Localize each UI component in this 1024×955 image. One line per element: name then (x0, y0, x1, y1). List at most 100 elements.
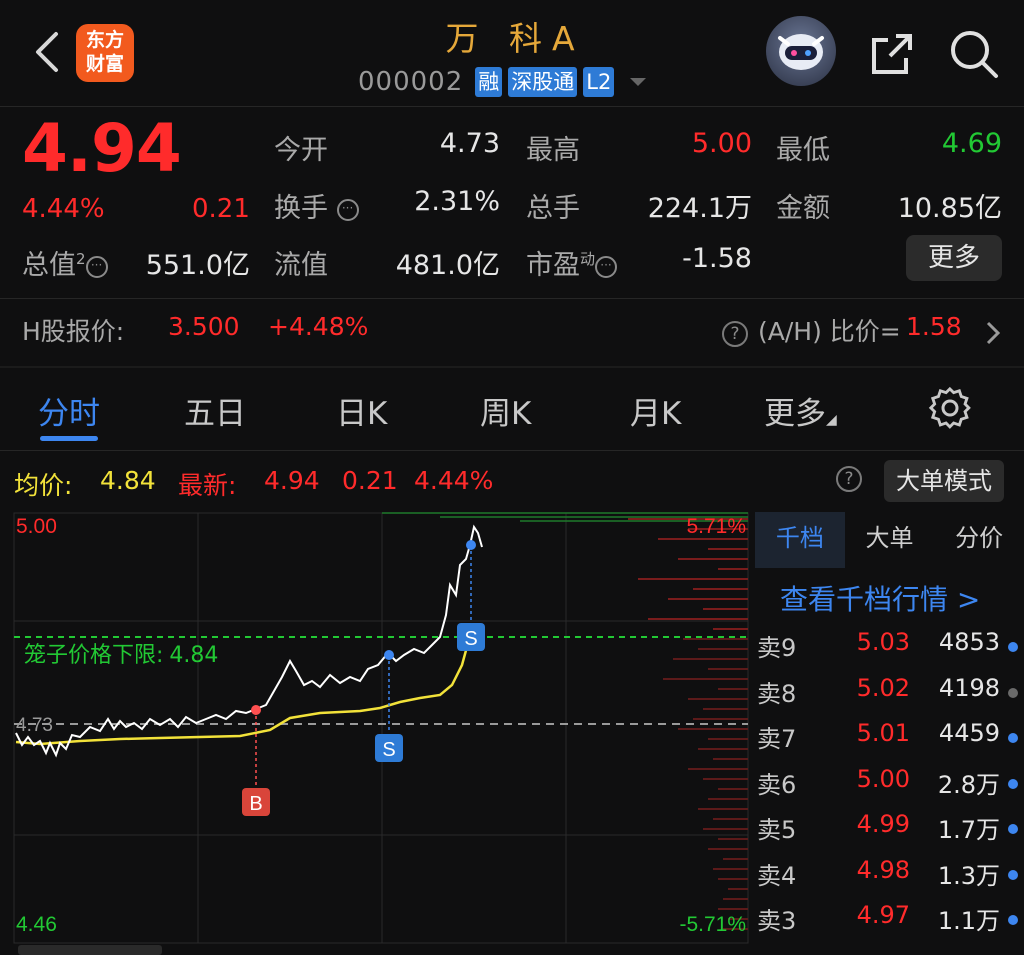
ask-volume: 4459 (938, 719, 1000, 747)
ask-price: 4.99 (856, 810, 910, 838)
order-book-row[interactable]: 卖6 5.00 2.8万 (755, 765, 1024, 810)
ask-price: 5.03 (856, 628, 910, 656)
help-icon[interactable]: ? (722, 316, 748, 347)
cage-limit-label: 笼子价格下限: (24, 643, 163, 668)
scroll-handle (18, 945, 162, 955)
volume-value: 224.1万 (647, 193, 752, 224)
price-line (15, 524, 483, 758)
latest-value: 4.94 (264, 466, 320, 495)
order-book-row[interactable]: 卖9 5.03 4853 (755, 628, 1024, 673)
order-indicator-dot (1008, 869, 1018, 880)
tab-daily-k[interactable]: 日K (336, 388, 387, 433)
low-label: 最低 (776, 135, 830, 166)
open-label: 今开 (274, 135, 328, 166)
ask-volume: 1.1万 (937, 907, 1000, 935)
turnover-value: 2.31% (414, 186, 500, 217)
ah-ratio-value: 1.58 (906, 312, 962, 341)
more-fields-button[interactable]: 更多 (906, 235, 1002, 281)
ask-volume: 1.3万 (937, 861, 1000, 890)
ask-price: 5.01 (856, 719, 910, 747)
avg-label: 均价: (14, 471, 73, 500)
ask-volume: 4853 (938, 628, 1000, 656)
amount-value: 10.85亿 (897, 193, 1002, 224)
order-book-row[interactable]: 卖8 5.02 4198 (755, 674, 1024, 719)
back-arrow-icon[interactable] (30, 28, 66, 76)
mktcap-label: 总值2 ··· (22, 243, 108, 282)
amount-label: 金额 (776, 193, 830, 224)
quote-divider (0, 298, 1024, 299)
h-share-label: H股报价: (22, 317, 125, 346)
cage-limit-value: 4.84 (169, 643, 218, 668)
svg-text:笼子价格下限:4.84: 笼子价格下限: 4.84 (24, 643, 218, 668)
level2-tag: L2 (583, 67, 615, 97)
chart-help-icon[interactable]: ? (836, 466, 862, 492)
stock-code-row[interactable]: 000002 融 深股通 L2 (358, 66, 647, 98)
search-icon[interactable] (946, 26, 1002, 82)
tab-weekly-k[interactable]: 周K (480, 388, 531, 433)
float-value: 481.0亿 (395, 250, 500, 281)
y-axis-bottom-label: 4.46 (16, 913, 57, 936)
chevron-right-icon[interactable] (984, 320, 1002, 346)
order-book-row[interactable]: 卖5 4.99 1.7万 (755, 810, 1024, 855)
tab-more[interactable]: 更多◢ (764, 388, 837, 433)
assistant-robot-avatar[interactable] (766, 16, 836, 86)
info-dots-icon[interactable]: ··· (595, 255, 618, 278)
ask-level-label: 卖3 (757, 907, 797, 935)
order-indicator-dot (1008, 915, 1018, 925)
sell-point-marker (466, 540, 476, 550)
ask-level-label: 卖4 (757, 861, 797, 890)
turnover-label: 换手 ··· (274, 186, 359, 225)
tab-price-distribution[interactable]: 分价 (934, 512, 1024, 568)
latest-label: 最新: (178, 471, 237, 500)
gear-icon[interactable] (928, 386, 972, 430)
order-indicator-dot (1008, 824, 1018, 834)
y-axis-top-label: 5.00 (16, 515, 57, 538)
ask-volume: 2.8万 (937, 770, 1000, 799)
sell-marker-text: S (382, 739, 395, 761)
ask-level-label: 卖8 (757, 679, 797, 708)
header-divider (0, 106, 1024, 107)
big-order-mode-button[interactable]: 大单模式 (884, 460, 1004, 502)
intraday-chart[interactable]: B S S 5.00 4.73 4.46 5.71% -5.71% 笼子价格下限… (0, 505, 752, 955)
tab-intraday[interactable]: 分时 (38, 388, 100, 433)
view-thousand-levels-link[interactable]: 查看千档行情 > (780, 578, 980, 618)
share-icon[interactable] (866, 28, 918, 80)
h-share-price: 3.500 (168, 312, 240, 341)
order-book-row[interactable]: 卖7 5.01 4459 (755, 719, 1024, 764)
latest-change: 0.21 (342, 466, 398, 495)
buy-point-marker (251, 705, 261, 715)
sell-marker-text: S (464, 628, 477, 650)
tab-active-indicator (40, 436, 98, 441)
tab-thousand-levels[interactable]: 千档 (755, 512, 845, 568)
order-indicator-dot (1008, 733, 1018, 743)
change-percent: 4.44% (22, 194, 105, 224)
ask-price: 5.02 (856, 673, 910, 702)
info-dots-icon[interactable]: ··· (336, 198, 359, 221)
pe-label: 市盈动 ··· (526, 243, 618, 282)
float-label: 流值 (274, 250, 328, 281)
sell-point-marker (384, 650, 394, 660)
tab-big-orders[interactable]: 大单 (845, 512, 935, 568)
ask-level-label: 卖6 (757, 770, 797, 799)
dropdown-caret-icon[interactable] (630, 78, 647, 86)
high-value: 5.00 (691, 128, 752, 159)
current-price: 4.94 (22, 110, 182, 187)
stock-code: 000002 (358, 67, 464, 97)
info-dots-icon[interactable]: ··· (85, 255, 108, 278)
ask-price: 5.00 (856, 764, 910, 793)
tab-monthly-k[interactable]: 月K (630, 388, 681, 433)
order-book-row[interactable]: 卖3 4.97 1.1万 (755, 901, 1024, 946)
depth-histogram (382, 512, 748, 930)
ask-price: 4.97 (856, 901, 910, 929)
latest-percent: 4.44% (414, 466, 494, 495)
h-share-change: +4.48% (268, 312, 369, 341)
tab-five-day[interactable]: 五日 (184, 388, 246, 433)
ask-level-label: 卖5 (757, 816, 797, 844)
chart-grid (13, 512, 749, 944)
ah-ratio-label: (A/H) 比价= (758, 317, 901, 346)
volume-label: 总手 (526, 193, 580, 224)
order-book-row[interactable]: 卖4 4.98 1.3万 (755, 856, 1024, 901)
ask-level-label: 卖9 (757, 634, 797, 662)
order-book-tabs: 千档 大单 分价 (755, 512, 1024, 568)
pct-top-label: 5.71% (686, 515, 746, 538)
